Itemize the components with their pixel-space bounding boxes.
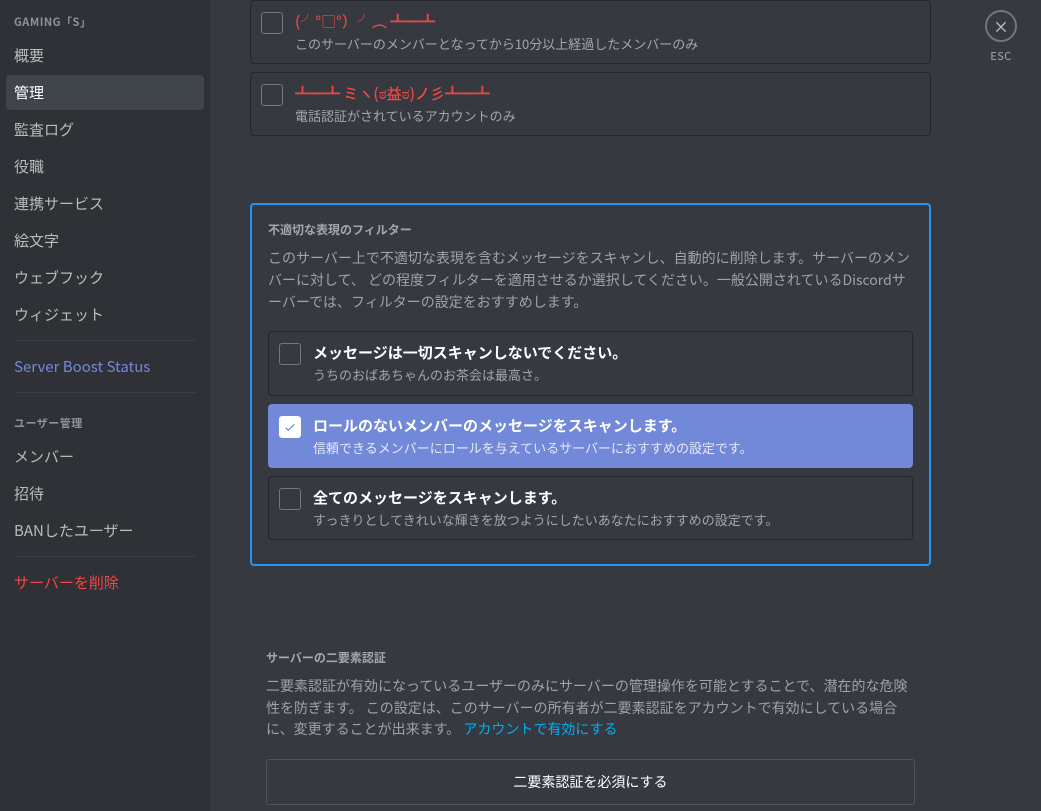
sidebar-item-widget[interactable]: ウィジェット [6, 297, 204, 332]
divider [14, 556, 196, 557]
divider [14, 340, 196, 341]
sidebar-item-moderation[interactable]: 管理 [6, 75, 204, 110]
sidebar-item-roles[interactable]: 役職 [6, 149, 204, 184]
option-subtitle: このサーバーのメンバーとなってから10分以上経過したメンバーのみ [295, 35, 920, 53]
option-subtitle: すっきりとしてきれいな輝きを放つようにしたいあなたにおすすめの設定です。 [313, 511, 902, 529]
checkbox[interactable] [261, 84, 283, 106]
sidebar-header-users: ユーザー管理 [6, 401, 204, 437]
option-title: (╯°□°）╯︵ ┻━┻ [295, 11, 920, 32]
option-title: 全てのメッセージをスキャンします。 [313, 487, 902, 508]
sidebar-item-audit-log[interactable]: 監査ログ [6, 112, 204, 147]
filter-option-no-role[interactable]: ロールのないメンバーのメッセージをスキャンします。 信頼できるメンバーにロールを… [268, 404, 913, 468]
option-subtitle: 信頼できるメンバーにロールを与えているサーバーにおすすめの設定です。 [313, 439, 902, 457]
sidebar-item-overview[interactable]: 概要 [6, 38, 204, 73]
sidebar-item-webhooks[interactable]: ウェブフック [6, 260, 204, 295]
close-label: ESC [990, 48, 1012, 64]
sidebar-item-members[interactable]: メンバー [6, 439, 204, 474]
option-title: ┻━┻ ミヽ(ಠ益ಠ)ノ彡┻━┻ [295, 83, 920, 104]
option-subtitle: 電話認証がされているアカウントのみ [295, 107, 920, 125]
sidebar-item-emoji[interactable]: 絵文字 [6, 223, 204, 258]
option-title: メッセージは一切スキャンしないでください。 [313, 342, 902, 363]
filter-option-none[interactable]: メッセージは一切スキャンしないでください。 うちのおばあちゃんのお茶会は最高さ。 [268, 331, 913, 395]
section-description: このサーバー上で不適切な表現を含むメッセージをスキャンし、自動的に削除します。サ… [268, 248, 913, 313]
divider [250, 604, 931, 605]
sidebar-item-integrations[interactable]: 連携サービス [6, 186, 204, 221]
sidebar-item-delete-server[interactable]: サーバーを削除 [6, 565, 204, 600]
section-title: 不適切な表現のフィルター [268, 221, 913, 238]
verification-option-double-flip[interactable]: ┻━┻ ミヽ(ಠ益ಠ)ノ彡┻━┻ 電話認証がされているアカウントのみ [250, 72, 931, 136]
sidebar-item-invites[interactable]: 招待 [6, 476, 204, 511]
sidebar-item-bans[interactable]: BANしたユーザー [6, 513, 204, 548]
divider [250, 174, 931, 175]
explicit-filter-panel: 不適切な表現のフィルター このサーバー上で不適切な表現を含むメッセージをスキャン… [250, 203, 931, 566]
filter-option-all[interactable]: 全てのメッセージをスキャンします。 すっきりとしてきれいな輝きを放つようにしたい… [268, 476, 913, 540]
option-subtitle: うちのおばあちゃんのお茶会は最高さ。 [313, 366, 902, 384]
verification-option-table-flip[interactable]: (╯°□°）╯︵ ┻━┻ このサーバーのメンバーとなってから10分以上経過したメ… [250, 0, 931, 64]
enable-2fa-link[interactable]: アカウントで有効にする [463, 719, 617, 739]
sidebar-item-boost[interactable]: Server Boost Status [6, 349, 204, 384]
settings-sidebar: GAMING「S」 概要 管理 監査ログ 役職 連携サービス 絵文字 ウェブフッ… [0, 0, 210, 811]
checkbox[interactable] [279, 488, 301, 510]
section-description: 二要素認証が有効になっているユーザーのみにサーバーの管理操作を可能とすることで、… [266, 676, 915, 741]
checkbox[interactable] [279, 343, 301, 365]
require-2fa-button[interactable]: 二要素認証を必須にする [266, 759, 915, 805]
sidebar-header: GAMING「S」 [6, 0, 204, 36]
close-icon [993, 18, 1009, 34]
main-content: (╯°□°）╯︵ ┻━┻ このサーバーのメンバーとなってから10分以上経過したメ… [210, 0, 961, 811]
close-button[interactable] [985, 10, 1017, 42]
close-area: ESC [961, 0, 1041, 811]
section-title: サーバーの二要素認証 [266, 649, 915, 666]
checkbox-checked[interactable] [279, 416, 301, 438]
option-title: ロールのないメンバーのメッセージをスキャンします。 [313, 415, 902, 436]
divider [14, 392, 196, 393]
twofa-panel: サーバーの二要素認証 二要素認証が有効になっているユーザーのみにサーバーの管理操… [250, 633, 931, 811]
checkbox[interactable] [261, 12, 283, 34]
